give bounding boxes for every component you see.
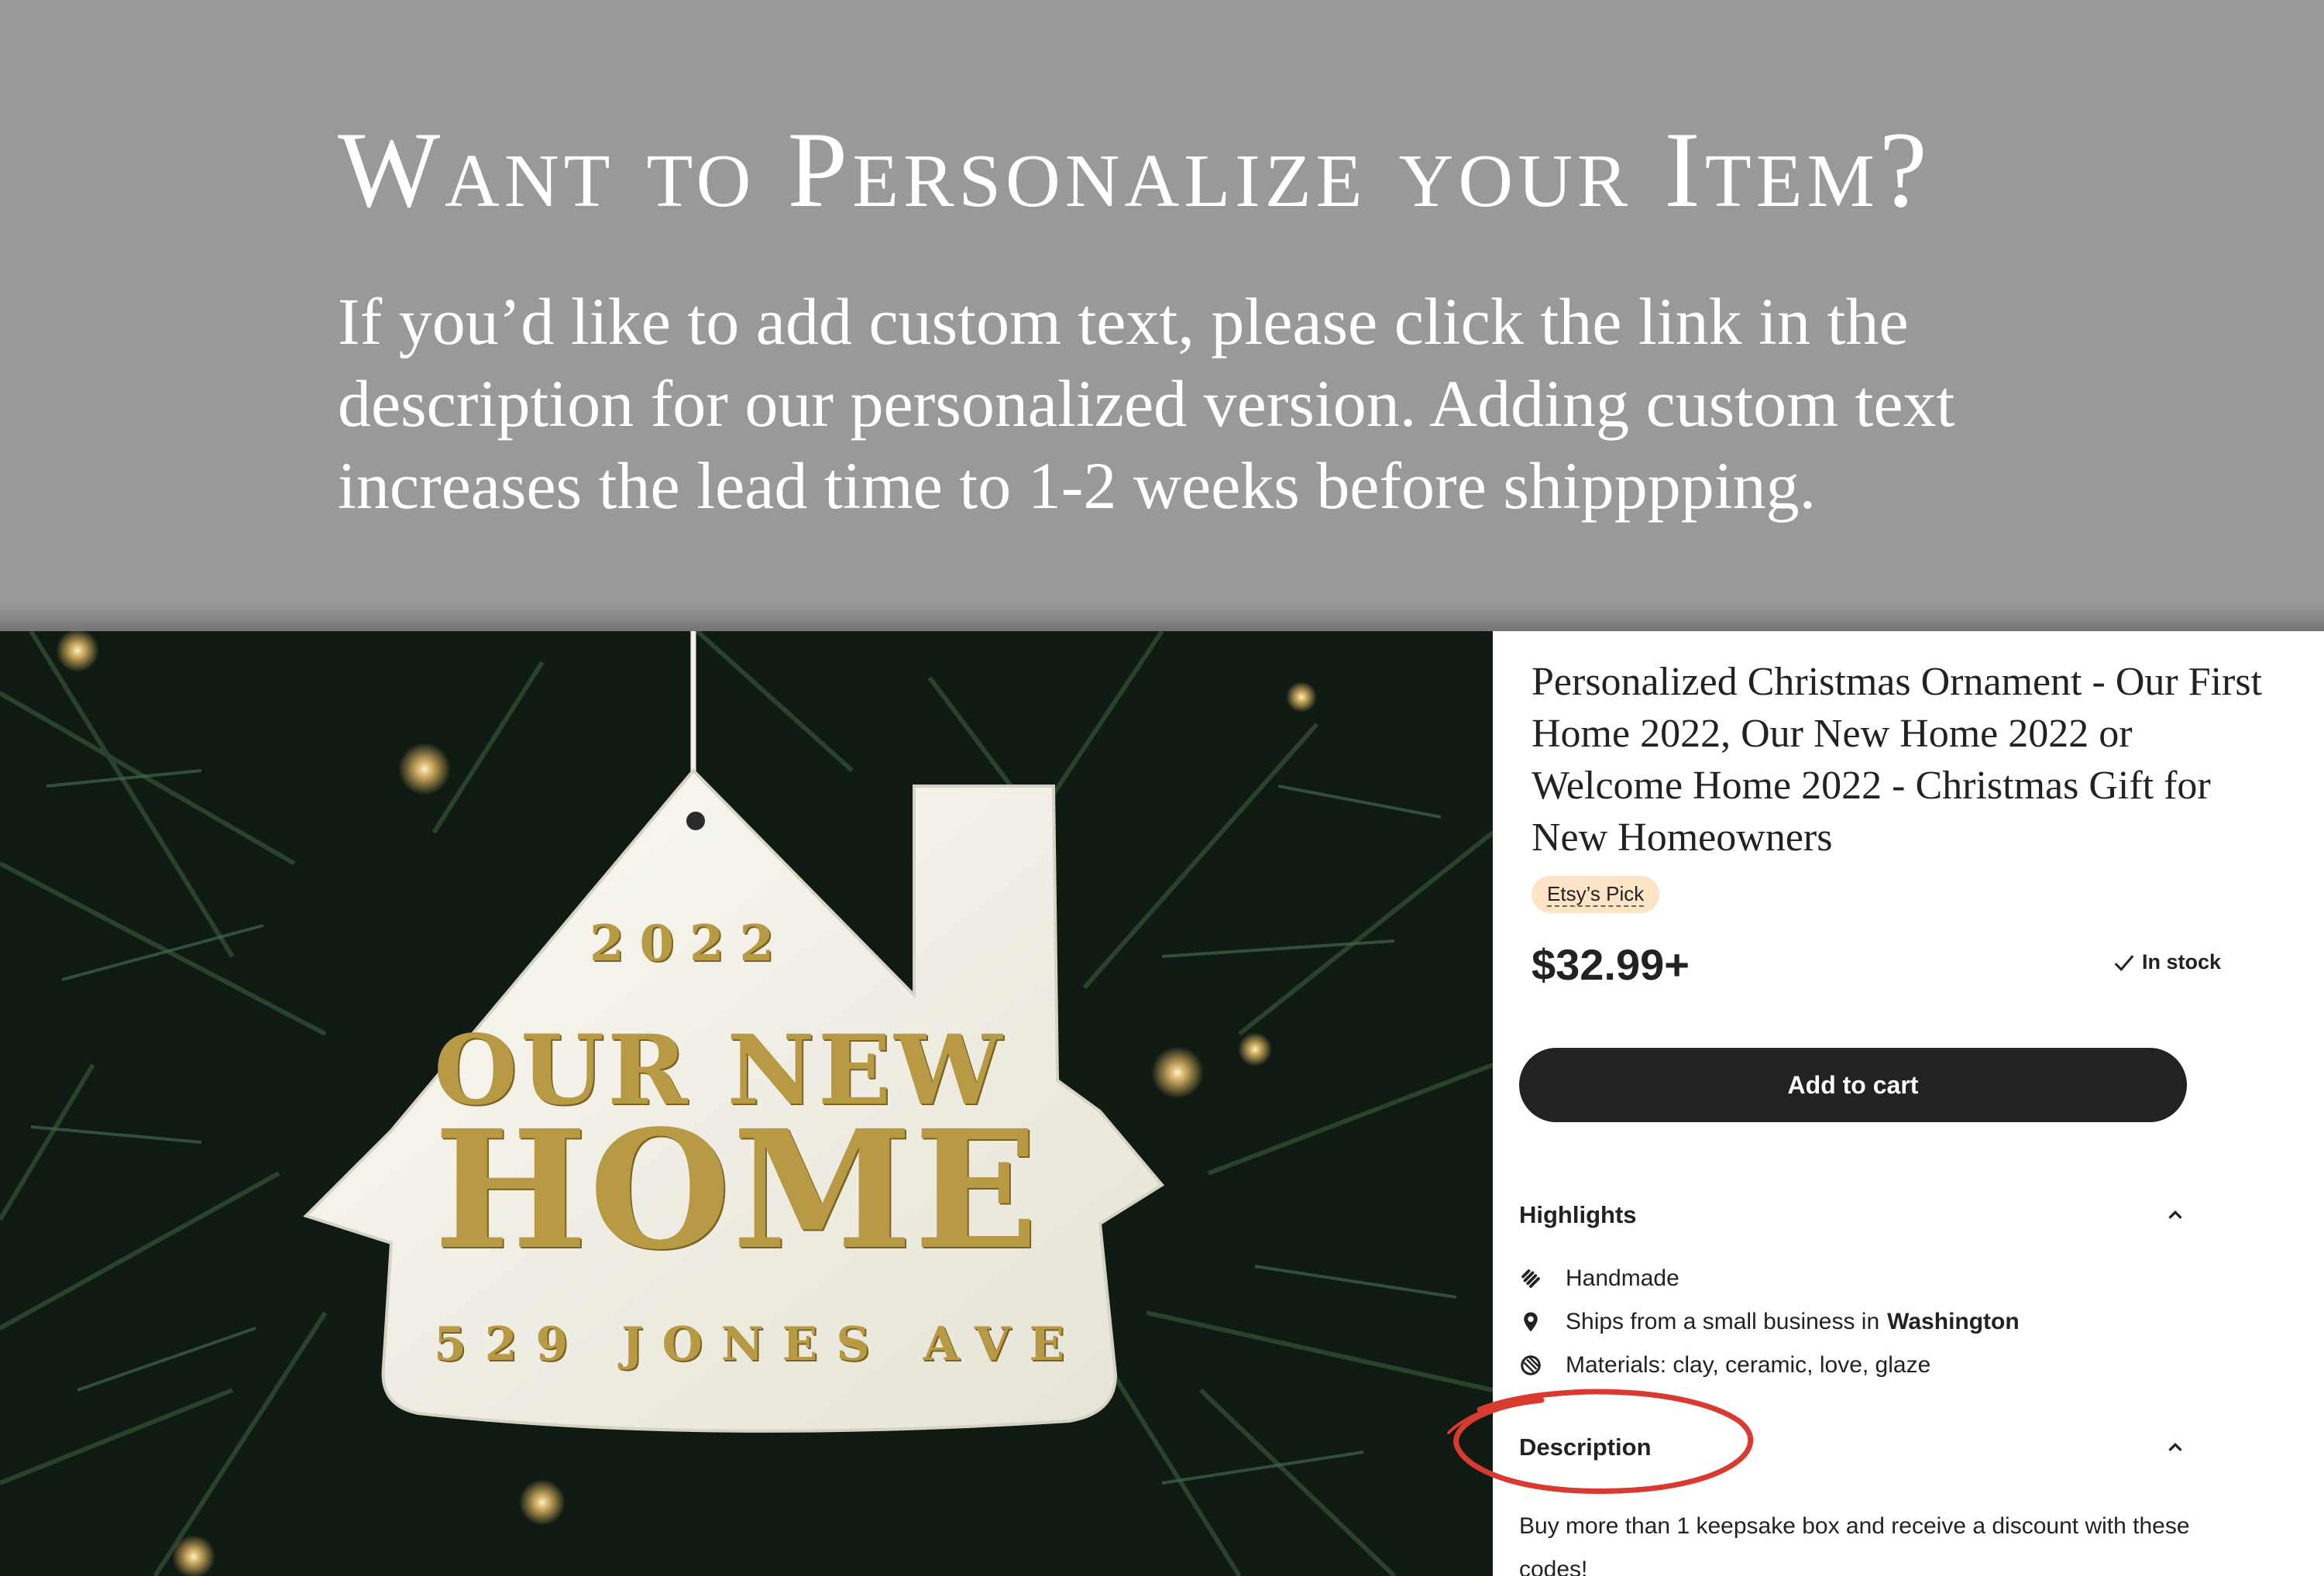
highlights-list: Handmade Ships from a small business in … <box>1519 1257 2020 1387</box>
price: $32.99+ <box>1532 940 1690 989</box>
highlights-label: Highlights <box>1519 1201 1637 1228</box>
ornament-year-text: 2022 <box>589 915 790 973</box>
description-text: Buy more than 1 keepsake box and receive… <box>1519 1513 2190 1576</box>
highlight-text: Handmade <box>1566 1265 1679 1291</box>
chevron-up-icon[interactable] <box>2164 1203 2187 1227</box>
highlights-header[interactable]: Highlights <box>1519 1201 2187 1229</box>
instruction-banner: Want to Personalize your Item? If you’d … <box>0 0 2324 632</box>
stock-label: In stock <box>2142 950 2222 973</box>
banner-shadow <box>0 604 2324 632</box>
banner-body: If you’d like to add custom text, please… <box>338 284 1955 523</box>
hand-icon <box>1519 1267 1566 1290</box>
location-pin-icon <box>1519 1310 1566 1334</box>
highlight-item-ships-from: Ships from a small business in Washingto… <box>1519 1300 2020 1344</box>
ornament-line2-text: HOME <box>434 1094 1040 1286</box>
red-circle-annotation <box>1447 1389 1754 1495</box>
highlight-item-handmade: Handmade <box>1519 1257 2020 1300</box>
badge-label: Etsy’s Pick <box>1547 882 1645 907</box>
etsys-pick-badge[interactable]: Etsy’s Pick <box>1532 876 1660 913</box>
highlight-location: Washington <box>1887 1309 2020 1334</box>
add-to-cart-button[interactable]: Add to cart <box>1519 1048 2187 1122</box>
checkmark-icon <box>2114 954 2134 971</box>
chevron-up-icon[interactable] <box>2164 1436 2187 1459</box>
highlight-text: Materials: clay, ceramic, love, glaze <box>1566 1352 1931 1378</box>
ornament-address-text: 529 JONES AVE <box>434 1317 1084 1372</box>
materials-icon <box>1519 1354 1566 1377</box>
banner-title: Want to Personalize your Item? <box>338 110 1932 230</box>
stock-status: In stock <box>2113 950 2221 974</box>
product-photo: 2022 OUR NEW HOME 529 JONES AVE <box>0 631 1493 1576</box>
listing-title: Personalized Christmas Ornament - Our Fi… <box>1532 660 2263 860</box>
highlight-text: Ships from a small business in <box>1566 1309 1880 1334</box>
